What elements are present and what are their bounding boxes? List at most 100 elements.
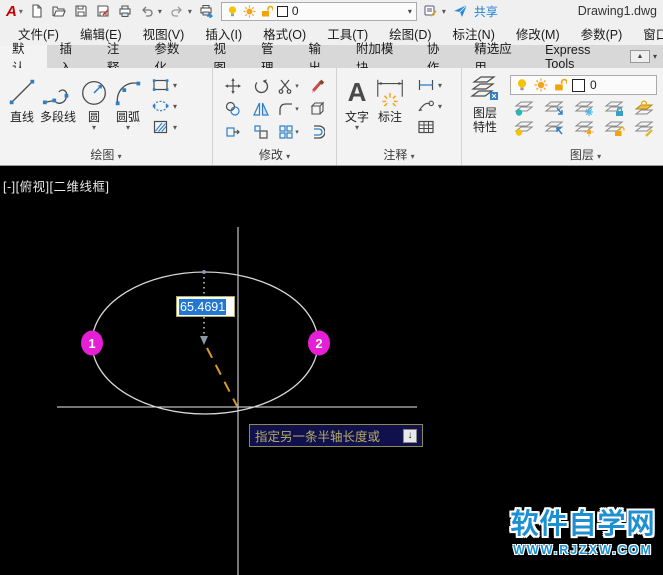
undo-button[interactable]: [136, 1, 158, 21]
trim-dropdown-icon[interactable]: ▾: [295, 82, 299, 90]
tab-collaborate[interactable]: 协作: [415, 45, 462, 68]
array-icon: [278, 124, 294, 140]
hatch-dropdown-icon[interactable]: ▾: [173, 123, 177, 132]
panel-label-modify[interactable]: 修改 ▾: [213, 146, 336, 163]
tab-addins[interactable]: 附加模块: [344, 45, 415, 68]
ribbon-minimize-button[interactable]: ▲ ▾: [630, 45, 657, 68]
plot-icon: [199, 4, 214, 18]
dynamic-input-field[interactable]: 65.4691: [176, 296, 235, 317]
layer-on-bulb-icon: [226, 5, 239, 18]
layer-combo-value: 0: [590, 78, 597, 92]
drawing-canvas[interactable]: 1 2 [-][俯视][二维线框] 65.4691 指定另一条半轴长度或 ↓ 软…: [0, 166, 663, 575]
rotate-tool-button[interactable]: [253, 78, 269, 94]
layer-match-button[interactable]: [632, 119, 656, 137]
share-label[interactable]: 共享: [474, 3, 498, 20]
tab-parametric[interactable]: 参数化: [142, 45, 201, 68]
move-tool-button[interactable]: [225, 78, 241, 94]
tab-manage[interactable]: 管理: [249, 45, 296, 68]
mirror-tool-button[interactable]: [253, 101, 269, 117]
layer-on-bulb-icon: [515, 78, 529, 92]
app-menu-caret-icon[interactable]: ▾: [19, 7, 23, 16]
ribbon-minimize-caret-icon: ▾: [653, 52, 657, 61]
tab-featured-apps[interactable]: 精选应用: [462, 45, 533, 68]
construction-start-dot: [202, 270, 206, 274]
fillet-dropdown-icon[interactable]: ▾: [295, 105, 299, 113]
watermark: 软件自学网 WWW.RJZXW.COM: [505, 502, 661, 557]
layer-lock-button[interactable]: [602, 99, 626, 117]
circle-icon: [78, 74, 110, 110]
tab-output[interactable]: 输出: [296, 45, 343, 68]
autocad-window: A ▾ ▾ ▾ 0: [0, 0, 663, 575]
redo-button[interactable]: [166, 1, 188, 21]
layer-unlock-button[interactable]: [602, 119, 626, 137]
circle-dropdown-icon[interactable]: ▾: [92, 124, 96, 132]
menu-modify[interactable]: 修改(M): [516, 24, 560, 43]
layer-properties-button[interactable]: 图层特性: [462, 68, 508, 165]
save-button[interactable]: [70, 1, 92, 21]
plot-button[interactable]: [196, 1, 218, 21]
panel-annotation: A 文字 ▾ 标注 ▾ ▾: [337, 68, 462, 165]
panel-layers-caret-icon: ▾: [597, 152, 601, 161]
menu-parametric[interactable]: 参数(P): [581, 24, 623, 43]
text-dropdown-icon[interactable]: ▾: [355, 124, 359, 132]
down-arrow-key-icon[interactable]: ↓: [403, 429, 417, 443]
mirror-icon: [253, 101, 269, 117]
fillet-tool-button[interactable]: ▾: [278, 101, 299, 117]
rectangle-tool-button[interactable]: ▾: [152, 76, 177, 94]
layer-isolate-button[interactable]: [542, 99, 566, 117]
layer-combo[interactable]: 0: [510, 75, 657, 95]
offset-tool-button[interactable]: [309, 124, 325, 140]
menu-window[interactable]: 窗口(W): [643, 24, 663, 43]
undo-caret-icon[interactable]: ▾: [158, 7, 166, 16]
panel-modify-caret-icon: ▾: [286, 152, 290, 161]
layer-freeze-button[interactable]: [572, 99, 596, 117]
layer-off-button[interactable]: [512, 99, 536, 117]
leader-dropdown-icon[interactable]: ▾: [438, 102, 442, 111]
ellipse-entity[interactable]: [92, 272, 318, 414]
redo-caret-icon[interactable]: ▾: [188, 7, 196, 16]
layer-state-button[interactable]: [420, 1, 442, 21]
ellipse-tool-button[interactable]: ▾: [152, 97, 177, 115]
trim-tool-button[interactable]: ▾: [278, 78, 299, 94]
autocad-logo-icon[interactable]: A: [4, 3, 19, 20]
stretch-tool-button[interactable]: [225, 124, 241, 140]
layer-make-current-button[interactable]: [632, 99, 656, 117]
open-file-button[interactable]: [48, 1, 70, 21]
viewport-controls[interactable]: [-][俯视][二维线框]: [3, 176, 110, 195]
array-dropdown-icon[interactable]: ▾: [295, 128, 299, 136]
copy-tool-button[interactable]: [225, 101, 241, 117]
tab-view[interactable]: 视图: [202, 45, 249, 68]
table-button[interactable]: [417, 118, 442, 136]
tab-annotate[interactable]: 注释: [95, 45, 142, 68]
ellipse-dropdown-icon[interactable]: ▾: [173, 102, 177, 111]
document-title: Drawing1.dwg: [578, 4, 657, 18]
layer-color-swatch: [277, 6, 288, 17]
share-button[interactable]: [450, 1, 472, 21]
layer-unisolate-button[interactable]: [542, 119, 566, 137]
table-icon: [417, 120, 435, 134]
scale-tool-button[interactable]: [253, 124, 269, 140]
layer-thaw-button[interactable]: [572, 119, 596, 137]
layer-state-caret-icon[interactable]: ▾: [442, 7, 450, 16]
panel-label-draw[interactable]: 绘图 ▾: [0, 146, 212, 163]
array-tool-button[interactable]: ▾: [278, 124, 299, 140]
hatch-tool-button[interactable]: ▾: [152, 118, 177, 136]
erase-tool-button[interactable]: [309, 78, 325, 94]
new-file-button[interactable]: [26, 1, 48, 21]
rectangle-dropdown-icon[interactable]: ▾: [173, 81, 177, 90]
tab-home[interactable]: 默认: [0, 45, 47, 68]
panel-label-layers[interactable]: 图层 ▾: [508, 146, 663, 163]
tab-express-tools[interactable]: Express Tools: [533, 45, 630, 68]
save-as-button[interactable]: [92, 1, 114, 21]
qat-layer-combo[interactable]: 0 ▾: [221, 2, 417, 21]
print-button[interactable]: [114, 1, 136, 21]
qat-layer-caret-icon[interactable]: ▾: [408, 7, 412, 16]
tab-insert[interactable]: 插入: [47, 45, 94, 68]
linear-dimension-button[interactable]: ▾: [417, 76, 442, 94]
linear-dimension-dropdown-icon[interactable]: ▾: [438, 81, 442, 90]
arc-dropdown-icon[interactable]: ▾: [126, 124, 130, 132]
layer-on-button[interactable]: [512, 119, 536, 137]
leader-button[interactable]: ▾: [417, 97, 442, 115]
box-tool-button[interactable]: [309, 101, 325, 117]
panel-label-annotation[interactable]: 注释 ▾: [337, 146, 461, 163]
